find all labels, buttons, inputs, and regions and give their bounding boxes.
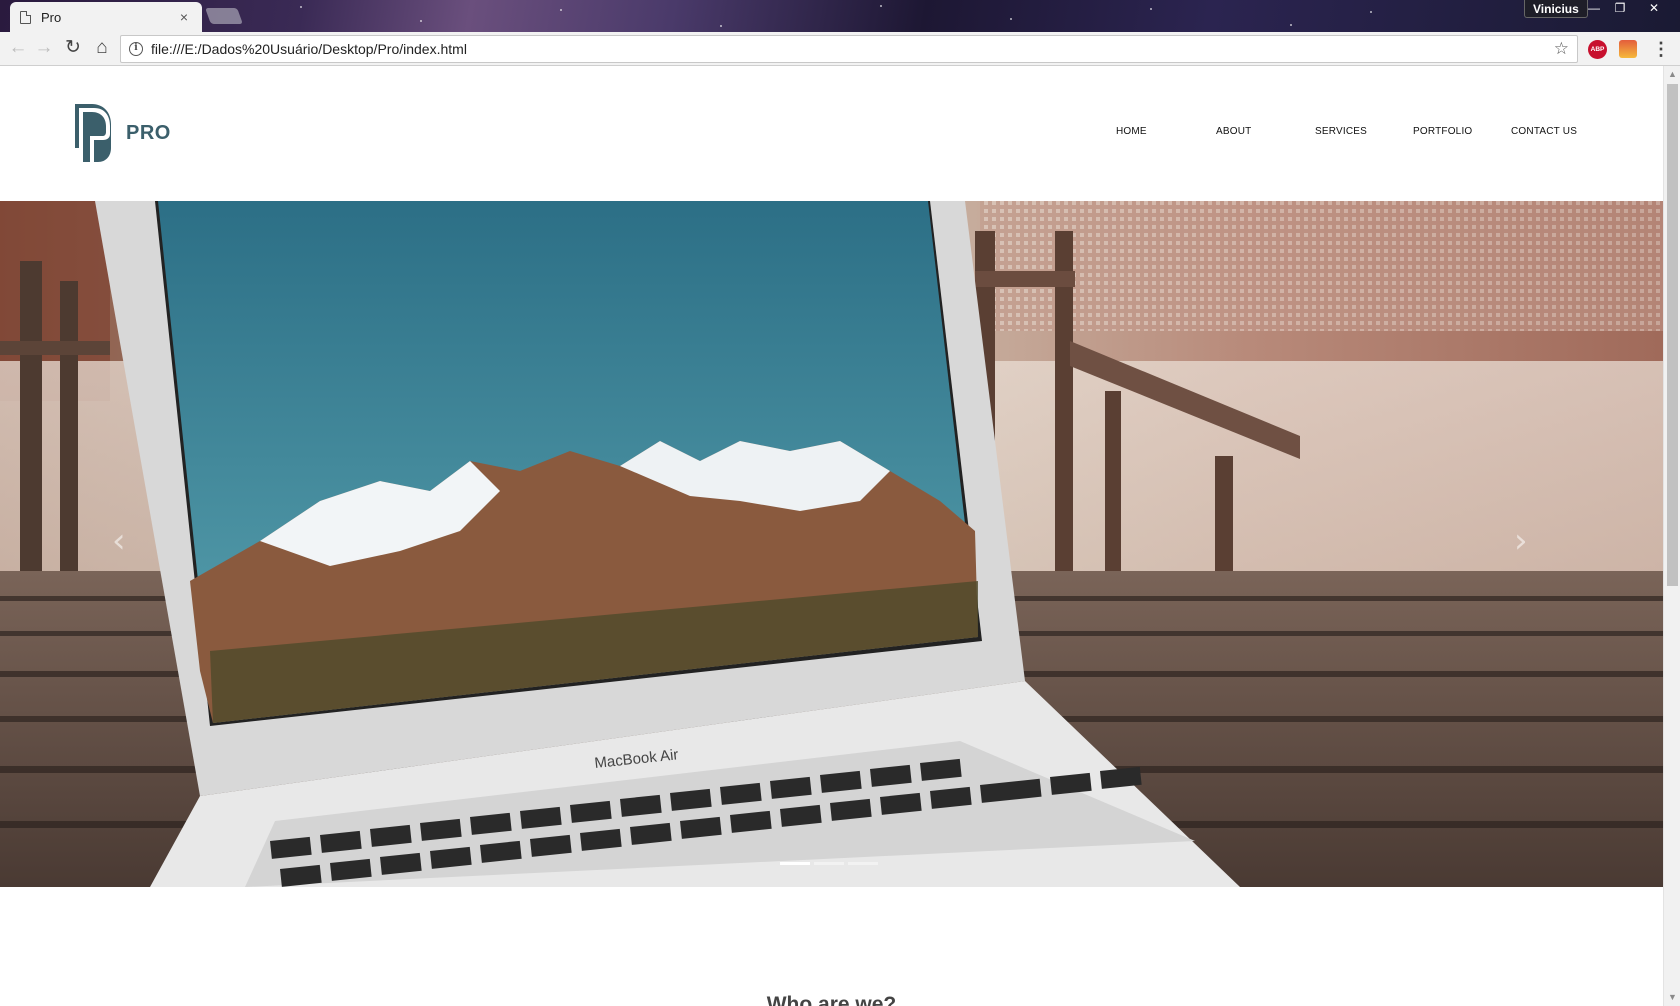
carousel-indicator-2[interactable]	[814, 862, 844, 865]
carousel-indicator-3[interactable]	[848, 862, 878, 865]
profile-button[interactable]: Vinicius	[1524, 0, 1588, 18]
new-tab-button[interactable]	[205, 8, 243, 24]
tab-title: Pro	[41, 9, 62, 25]
restore-button[interactable]: ❐	[1606, 0, 1634, 18]
carousel-indicators	[780, 862, 878, 865]
nav-item-home[interactable]: HOME	[1116, 126, 1147, 137]
site-header: PRO HOME ABOUT SERVICES PORTFOLIO CONTAC…	[0, 66, 1663, 201]
nav-item-about[interactable]: ABOUT	[1216, 126, 1251, 137]
bookmark-star-icon[interactable]: ☆	[1554, 39, 1569, 59]
scroll-up-icon[interactable]: ▲	[1664, 66, 1680, 83]
hero-carousel[interactable]: MacBook Air ‹ ›	[0, 201, 1663, 887]
adblock-extension-icon[interactable]: ABP	[1588, 40, 1607, 59]
browser-title-bar: Pro × Vinicius — ❐ ✕	[0, 0, 1680, 32]
scroll-down-icon[interactable]: ▼	[1664, 989, 1680, 1006]
browser-menu-icon[interactable]: ⋮	[1652, 38, 1670, 60]
home-button[interactable]: ⌂	[90, 37, 114, 61]
hero-image: MacBook Air	[0, 201, 1663, 887]
page-icon	[20, 10, 31, 24]
carousel-next-button[interactable]: ›	[1514, 521, 1528, 561]
reload-button[interactable]: ↻	[61, 37, 85, 61]
nav-item-portfolio[interactable]: PORTFOLIO	[1413, 126, 1472, 137]
browser-tab[interactable]: Pro ×	[10, 2, 202, 32]
minimize-button[interactable]: —	[1580, 0, 1608, 18]
back-button[interactable]: ←	[6, 37, 30, 61]
carousel-prev-button[interactable]: ‹	[112, 521, 126, 561]
main-nav: HOME ABOUT SERVICES PORTFOLIO CONTACT US	[0, 126, 1663, 142]
page-viewport: PRO HOME ABOUT SERVICES PORTFOLIO CONTAC…	[0, 66, 1663, 1006]
extension-icon[interactable]	[1619, 40, 1637, 58]
scroll-thumb[interactable]	[1667, 84, 1678, 586]
nav-item-services[interactable]: SERVICES	[1315, 126, 1367, 137]
browser-toolbar: ← → ↻ ⌂ i file:///E:/Dados%20Usuário/Des…	[0, 32, 1680, 66]
forward-button[interactable]: →	[32, 37, 56, 61]
address-bar[interactable]: i file:///E:/Dados%20Usuário/Desktop/Pro…	[120, 35, 1578, 63]
section-title: Who are we?	[766, 993, 897, 1006]
page-scrollbar[interactable]: ▲ ▼	[1663, 66, 1680, 1006]
carousel-indicator-1[interactable]	[780, 862, 810, 865]
url-text[interactable]: file:///E:/Dados%20Usuário/Desktop/Pro/i…	[151, 41, 1554, 57]
tab-close-icon[interactable]: ×	[176, 9, 192, 25]
nav-item-contact-us[interactable]: CONTACT US	[1511, 126, 1577, 137]
info-icon[interactable]: i	[129, 42, 143, 56]
close-window-button[interactable]: ✕	[1640, 0, 1668, 18]
